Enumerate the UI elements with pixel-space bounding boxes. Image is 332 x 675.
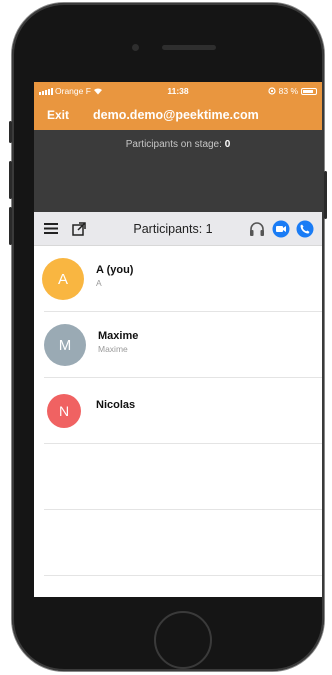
participants-count-title: Participants: 1 xyxy=(133,221,213,236)
earpiece-speaker xyxy=(162,45,216,50)
stage-count: 0 xyxy=(224,139,231,150)
participant-subtitle: A xyxy=(96,278,102,288)
volume-down-button xyxy=(9,207,12,245)
account-email: demo.demo@peektime.com xyxy=(93,108,259,122)
participant-info: Maxime Maxime xyxy=(98,330,138,354)
video-call-icon[interactable] xyxy=(272,220,290,238)
empty-row xyxy=(34,510,322,576)
avatar: N xyxy=(47,394,81,428)
avatar: A xyxy=(42,258,84,300)
participant-subtitle: Maxime xyxy=(98,344,128,354)
participant-name: A (you) xyxy=(96,264,134,276)
participant-row[interactable]: M Maxime Maxime xyxy=(34,312,322,378)
status-time: 11:38 xyxy=(167,86,189,96)
participant-info: A (you) A xyxy=(96,264,133,288)
participant-name: Maxime xyxy=(98,330,139,342)
app-screen: Orange F 11:38 83 % Exit demo.demo@peekt… xyxy=(34,82,322,597)
battery-icon xyxy=(301,87,317,95)
power-button xyxy=(324,171,327,219)
exit-button[interactable]: Exit xyxy=(34,108,93,122)
participant-name: Nicolas xyxy=(96,399,136,411)
participants-toolbar: Participants: 1 xyxy=(34,212,322,246)
participant-row[interactable]: N Nicolas xyxy=(34,378,322,444)
stage-label: Participants on stage: xyxy=(125,139,222,150)
empty-row xyxy=(34,444,322,510)
participant-info: Nicolas xyxy=(96,399,135,411)
avatar: M xyxy=(44,324,86,366)
home-button[interactable] xyxy=(154,611,212,669)
front-camera xyxy=(132,44,139,51)
phone-call-icon[interactable] xyxy=(296,220,314,238)
participant-row[interactable]: A A (you) A xyxy=(34,246,322,312)
headphones-icon[interactable] xyxy=(248,220,266,238)
silent-switch xyxy=(9,121,12,143)
participants-list: A A (you) A M Maxime Maxime N Nicolas xyxy=(34,246,322,576)
stage-area: Participants on stage: 0 xyxy=(34,130,322,212)
status-bar: Orange F 11:38 83 % xyxy=(34,82,322,100)
volume-up-button xyxy=(9,161,12,199)
menu-icon[interactable] xyxy=(42,220,60,238)
external-link-icon[interactable] xyxy=(70,220,88,238)
app-header: Exit demo.demo@peektime.com xyxy=(34,100,322,130)
